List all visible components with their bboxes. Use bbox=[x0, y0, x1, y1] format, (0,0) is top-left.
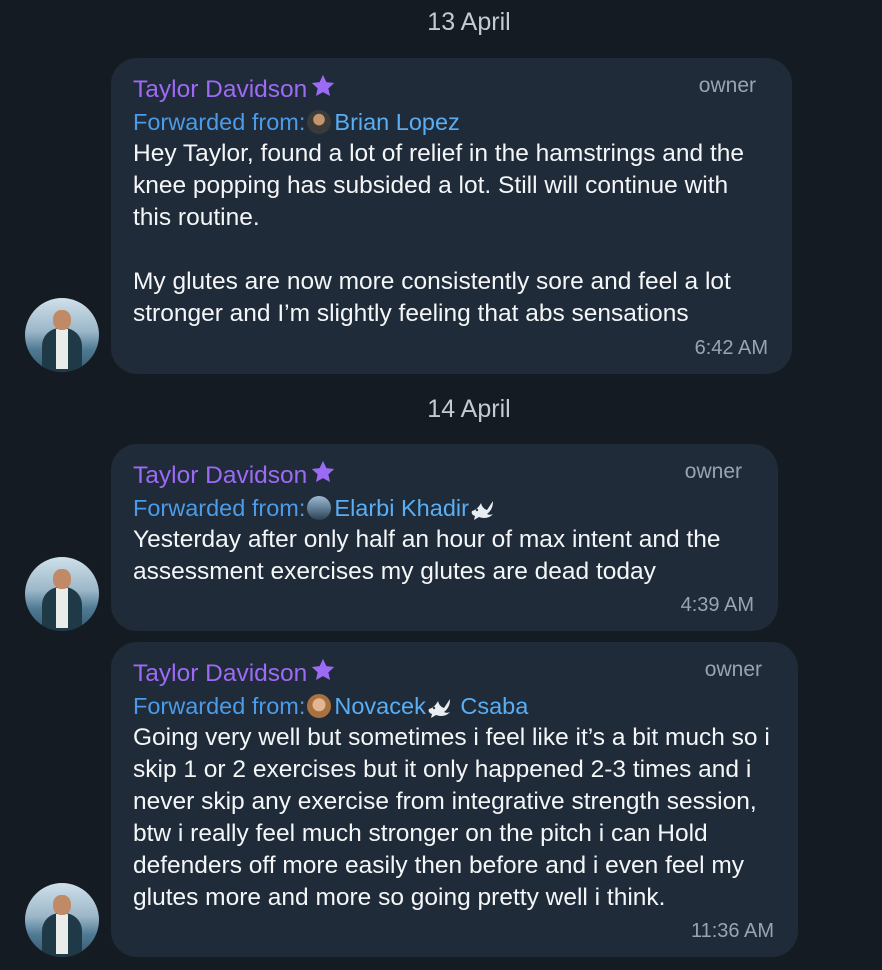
star-icon[interactable] bbox=[309, 656, 337, 684]
message-bubble[interactable]: Taylor Davidson owner Forwarded from: Nov… bbox=[111, 642, 798, 957]
forwarded-header[interactable]: Forwarded from: Novacek Csaba bbox=[133, 690, 776, 722]
sender-name[interactable]: Taylor Davidson bbox=[133, 76, 307, 103]
sender-name[interactable]: Taylor Davidson bbox=[133, 660, 307, 687]
forwarded-label: Forwarded from: bbox=[133, 495, 306, 521]
message-bubble[interactable]: Taylor Davidson owner Forwarded from: Bri… bbox=[111, 58, 792, 374]
avatar bbox=[307, 496, 332, 520]
forwarded-header[interactable]: Forwarded from: Elarbi Khadir bbox=[133, 492, 756, 524]
sender-avatar[interactable] bbox=[25, 298, 99, 372]
forwarded-from-name[interactable]: Novacek bbox=[334, 693, 425, 719]
message-text: Going very well but sometimes i feel lik… bbox=[133, 724, 770, 911]
avatar bbox=[307, 110, 332, 134]
forwarded-header[interactable]: Forwarded from: Brian Lopez bbox=[133, 106, 770, 138]
message-time: 6:42 AM bbox=[694, 337, 768, 359]
star-icon[interactable] bbox=[309, 458, 337, 486]
message-text: Yesterday after only half an hour of max… bbox=[133, 526, 721, 585]
sender-name[interactable]: Taylor Davidson bbox=[133, 462, 307, 489]
forwarded-from-name[interactable]: Brian Lopez bbox=[334, 109, 459, 135]
star-icon[interactable] bbox=[309, 72, 337, 100]
dove-icon bbox=[471, 501, 493, 520]
avatar bbox=[307, 694, 332, 718]
forwarded-from-name[interactable]: Csaba bbox=[460, 693, 528, 719]
sender-avatar[interactable] bbox=[25, 557, 99, 631]
dove-icon bbox=[428, 699, 450, 718]
date-separator: 13 April bbox=[427, 8, 511, 36]
role-badge: owner bbox=[684, 460, 742, 483]
role-badge: owner bbox=[704, 658, 762, 681]
forwarded-label: Forwarded from: bbox=[133, 693, 306, 719]
date-separator: 14 April bbox=[427, 395, 511, 423]
message-bubble[interactable]: Taylor Davidson owner Forwarded from: Ela… bbox=[111, 444, 778, 631]
sender-avatar[interactable] bbox=[25, 883, 99, 957]
message-text: Hey Taylor, found a lot of relief in the… bbox=[133, 140, 745, 327]
message-time: 4:39 AM bbox=[680, 594, 754, 616]
forwarded-label: Forwarded from: bbox=[133, 109, 306, 135]
forwarded-from-name[interactable]: Elarbi Khadir bbox=[334, 495, 469, 521]
role-badge: owner bbox=[698, 74, 756, 97]
message-time: 11:36 AM bbox=[690, 920, 774, 942]
